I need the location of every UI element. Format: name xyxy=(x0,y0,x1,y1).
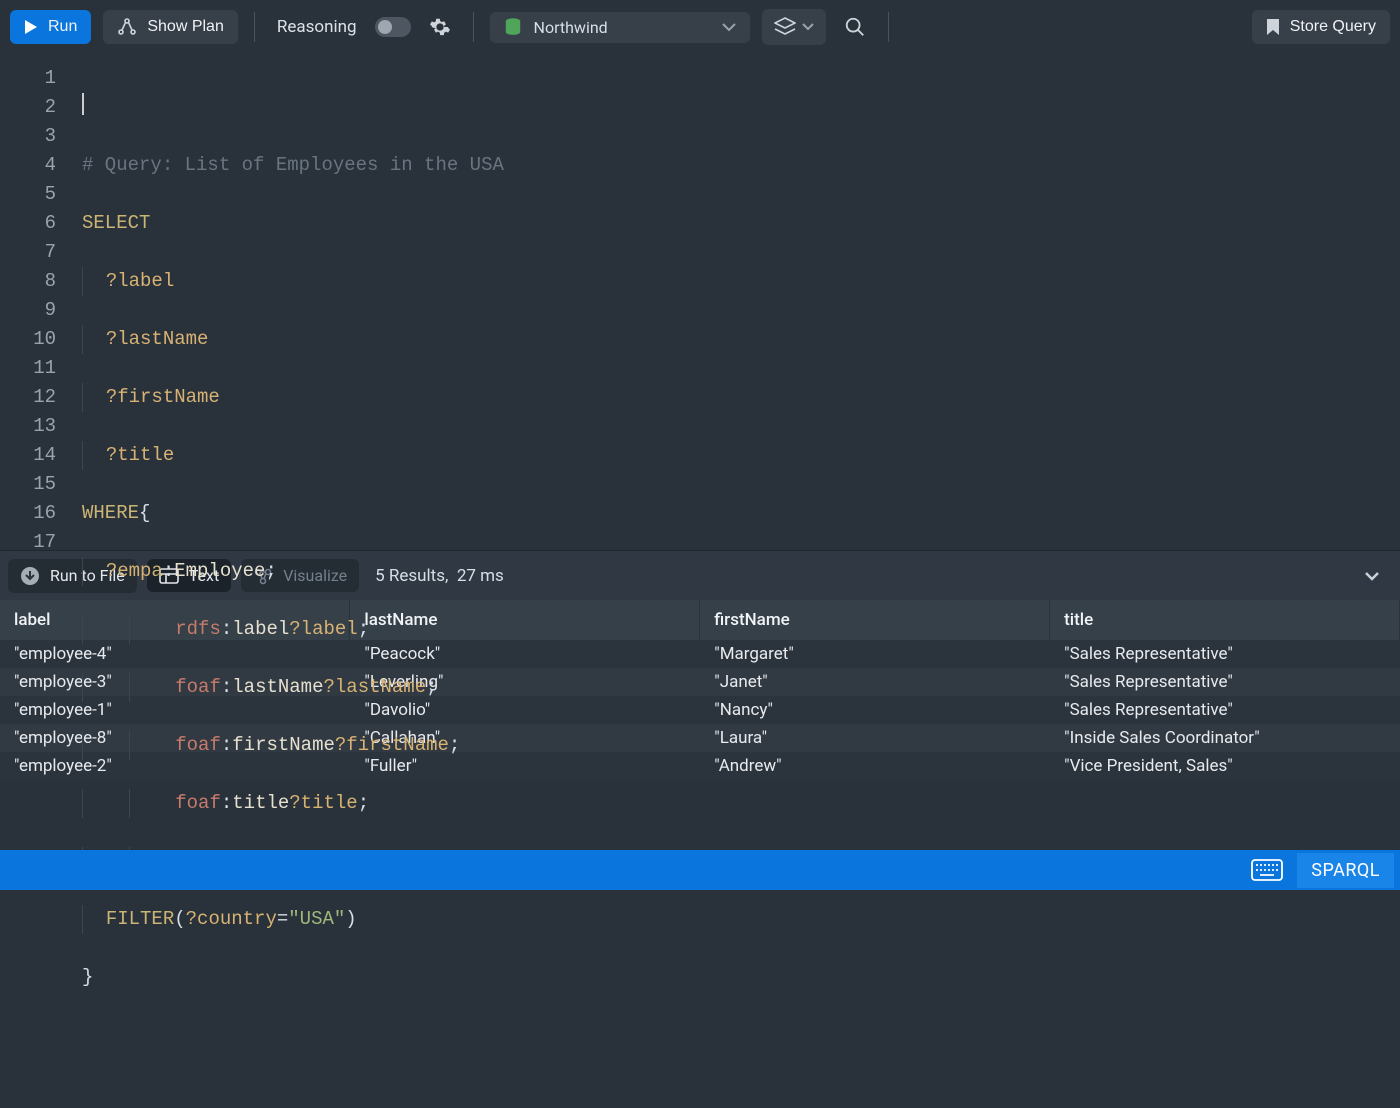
keyboard-button[interactable] xyxy=(1241,855,1293,885)
run-label: Run xyxy=(48,18,77,36)
line-gutter: 1234567891011121314151617 xyxy=(0,54,72,550)
database-icon xyxy=(504,18,522,36)
toolbar-divider-3 xyxy=(888,12,889,42)
show-plan-button[interactable]: Show Plan xyxy=(103,10,238,44)
collapse-results-button[interactable] xyxy=(1352,567,1392,585)
col-firstname[interactable]: firstName xyxy=(700,600,1050,640)
col-title[interactable]: title xyxy=(1050,600,1400,640)
store-query-button[interactable]: Store Query xyxy=(1252,10,1390,44)
chevron-down-icon xyxy=(802,23,814,31)
code-content[interactable]: # Query: List of Employees in the USA SE… xyxy=(72,54,504,550)
toolbar-divider xyxy=(254,12,255,42)
run-button[interactable]: Run xyxy=(10,10,91,44)
database-selector[interactable]: Northwind xyxy=(490,12,750,43)
reasoning-label: Reasoning xyxy=(271,17,363,37)
status-bar: SPARQL xyxy=(0,850,1400,890)
bookmark-icon xyxy=(1266,18,1280,36)
layers-button[interactable] xyxy=(762,9,826,45)
store-query-label: Store Query xyxy=(1290,18,1376,36)
layers-icon xyxy=(774,17,796,37)
chevron-down-icon xyxy=(722,22,736,32)
reasoning-toggle[interactable] xyxy=(375,17,411,37)
show-plan-label: Show Plan xyxy=(147,18,224,36)
language-indicator[interactable]: SPARQL xyxy=(1297,853,1394,888)
code-editor[interactable]: 1234567891011121314151617 # Query: List … xyxy=(0,54,1400,550)
database-label: Northwind xyxy=(534,18,608,37)
top-toolbar: Run Show Plan Reasoning Northwind xyxy=(0,0,1400,54)
plan-icon xyxy=(117,18,137,36)
settings-button[interactable] xyxy=(423,10,457,44)
toolbar-divider-2 xyxy=(473,12,474,42)
play-icon xyxy=(24,19,38,35)
search-button[interactable] xyxy=(838,10,872,44)
download-icon xyxy=(20,566,40,586)
